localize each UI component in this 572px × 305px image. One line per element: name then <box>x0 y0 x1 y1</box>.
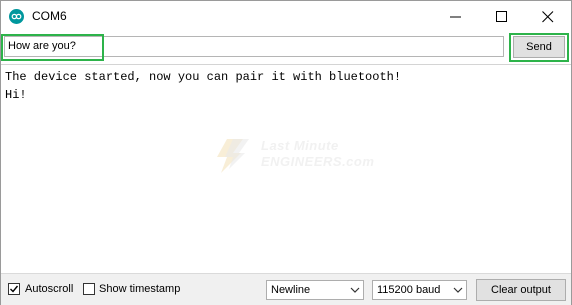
maximize-icon <box>496 11 507 22</box>
input-highlight-box <box>1 34 104 61</box>
send-row: How are you? Send <box>1 33 571 62</box>
arduino-icon <box>9 9 24 24</box>
watermark-line1: Last Minute <box>261 138 339 153</box>
autoscroll-label: Autoscroll <box>25 283 74 295</box>
window-title: COM6 <box>32 9 67 23</box>
autoscroll-checkbox[interactable] <box>8 283 20 295</box>
close-icon <box>542 11 554 23</box>
baud-rate-value: 115200 baud <box>377 284 441 296</box>
close-button[interactable] <box>525 1 571 32</box>
serial-output[interactable]: The device started, now you can pair it … <box>1 64 571 273</box>
output-line: Hi! <box>5 88 27 102</box>
output-line: The device started, now you can pair it … <box>5 70 402 84</box>
status-bar: Autoscroll Show timestamp Newline 115200… <box>1 273 571 305</box>
timestamp-label: Show timestamp <box>99 283 181 295</box>
watermark-logo: Last Minute ENGINEERS.com <box>209 135 374 179</box>
line-ending-select[interactable]: Newline <box>266 280 364 300</box>
line-ending-value: Newline <box>271 284 311 296</box>
baud-rate-select[interactable]: 115200 baud <box>372 280 467 300</box>
maximize-button[interactable] <box>479 1 525 32</box>
chevron-down-icon <box>350 287 360 293</box>
checkmark-icon <box>10 285 19 293</box>
serial-monitor-window: COM6 How are you? Send The device starte… <box>0 0 572 305</box>
minimize-icon <box>450 16 461 18</box>
chevron-down-icon <box>453 287 463 293</box>
bolt-icon <box>217 139 249 173</box>
title-bar: COM6 <box>1 1 571 32</box>
send-highlight-box <box>509 33 569 62</box>
watermark-line2: ENGINEERS.com <box>261 154 375 169</box>
timestamp-checkbox[interactable] <box>83 283 95 295</box>
minimize-button[interactable] <box>433 1 479 32</box>
clear-output-button[interactable]: Clear output <box>476 279 566 301</box>
